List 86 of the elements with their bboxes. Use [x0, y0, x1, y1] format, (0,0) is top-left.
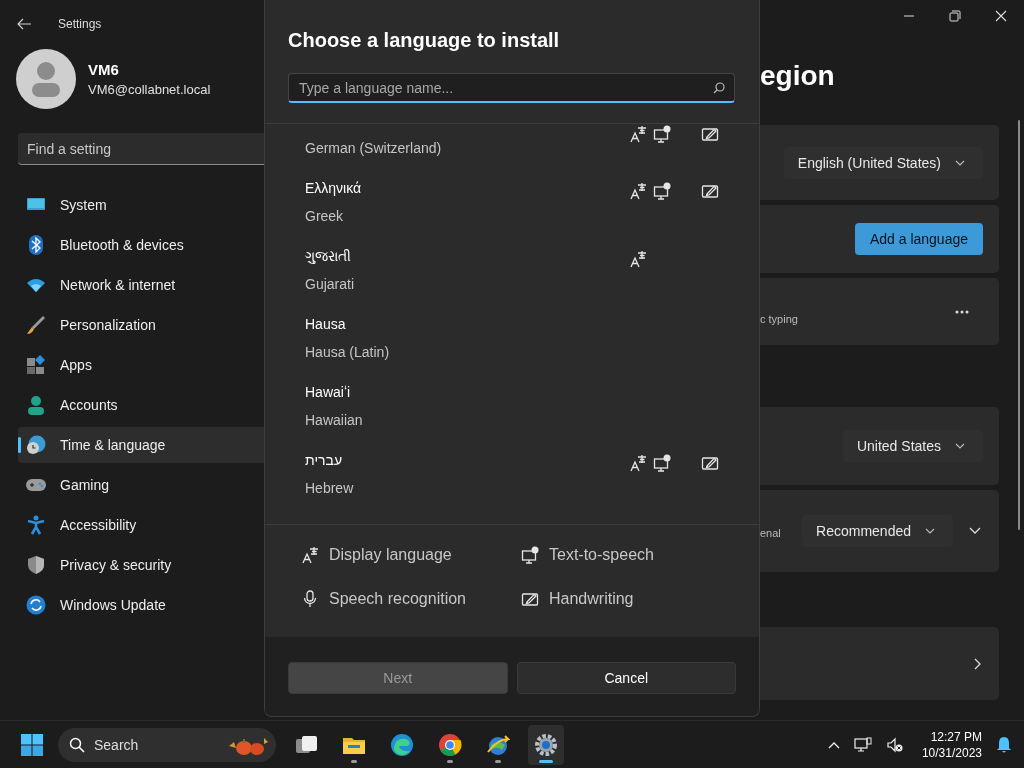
- speech-monitor-icon: [653, 454, 671, 472]
- back-icon[interactable]: [16, 16, 32, 32]
- nav-item[interactable]: Personalization: [18, 307, 264, 343]
- search-field[interactable]: Type a language name...: [288, 73, 735, 103]
- display-language-icon: [629, 125, 647, 143]
- microphone-icon: [301, 590, 319, 608]
- language-item[interactable]: German (Switzerland): [265, 124, 759, 170]
- legend-label: Display language: [329, 546, 452, 564]
- language-item[interactable]: Hausa Hausa (Latin): [265, 306, 759, 374]
- start-icon[interactable]: [20, 732, 44, 757]
- running-indicator: [539, 759, 553, 763]
- search-icon: [69, 736, 85, 753]
- scrollbar[interactable]: [1018, 120, 1020, 530]
- card-description: enal: [760, 527, 781, 539]
- running-indicator: [447, 759, 453, 763]
- nav-item[interactable]: Gaming: [18, 467, 264, 503]
- shield-icon: [26, 555, 46, 575]
- cancel-button[interactable]: Cancel: [516, 662, 736, 694]
- volume-muted-icon[interactable]: [885, 736, 904, 753]
- window-title: Settings: [58, 17, 102, 31]
- clock[interactable]: 12:27 PM 10/31/2023: [921, 728, 982, 761]
- network-icon[interactable]: [853, 736, 872, 753]
- globe-arrow-icon: [486, 732, 510, 757]
- pen-on-pad-icon: [701, 454, 719, 472]
- user-name: VM6: [88, 61, 120, 78]
- update-icon: [26, 595, 46, 615]
- pen-on-pad-icon: [521, 590, 539, 608]
- speech-monitor-icon: [653, 182, 671, 200]
- nav-item[interactable]: Accounts: [18, 387, 264, 423]
- page-heading: egion: [760, 59, 836, 93]
- display-language-icon: [629, 250, 647, 268]
- dropdown[interactable]: Recommended: [802, 515, 953, 547]
- person-icon: [26, 395, 46, 415]
- chevron-up-icon[interactable]: [827, 740, 840, 749]
- clock-globe-icon: [26, 435, 46, 455]
- chevron-down-icon: [925, 528, 935, 534]
- language-item[interactable]: Hawaiʻi Hawaiian: [265, 374, 759, 442]
- search-icon: [713, 82, 725, 94]
- selection-indicator: [18, 437, 21, 453]
- edge-icon: [390, 732, 414, 757]
- nav-item[interactable]: Apps: [18, 347, 264, 383]
- language-item[interactable]: ગુજરાતી Gujarati: [265, 238, 759, 306]
- accessibility-icon: [26, 515, 46, 535]
- card-description: c typing: [760, 312, 798, 325]
- legend-label: Handwriting: [549, 590, 634, 608]
- chevron-down-icon: [955, 443, 965, 449]
- search-field[interactable]: Search: [58, 727, 276, 762]
- pen-on-pad-icon: [701, 125, 719, 143]
- apps-icon: [26, 355, 46, 375]
- close-icon[interactable]: [995, 10, 1007, 22]
- display-language-icon: [629, 454, 647, 472]
- language-item[interactable]: Ελληνικά Greek: [265, 170, 759, 238]
- nav-item[interactable]: Time & language: [18, 427, 264, 463]
- legend-label: Speech recognition: [329, 590, 466, 608]
- user-email: VM6@collabnet.local: [88, 82, 211, 97]
- speech-monitor-icon: [521, 546, 539, 564]
- paintbrush-icon: [26, 315, 46, 335]
- running-indicator: [351, 759, 357, 763]
- nav-item[interactable]: Bluetooth & devices: [18, 227, 264, 263]
- nav-item[interactable]: Network & internet: [18, 267, 264, 303]
- chrome-icon: [438, 732, 462, 757]
- more-options-icon[interactable]: [955, 309, 969, 314]
- nav-item[interactable]: Accessibility: [18, 507, 264, 543]
- dialog-title: Choose a language to install: [288, 28, 561, 52]
- nav-item[interactable]: Windows Update: [18, 587, 264, 623]
- nav-item[interactable]: System: [18, 187, 264, 223]
- dropdown[interactable]: United States: [842, 430, 983, 462]
- chevron-down-icon: [955, 159, 965, 166]
- restore-icon[interactable]: [949, 10, 961, 22]
- nav-item[interactable]: Privacy & security: [18, 547, 264, 583]
- display-language-icon: [301, 546, 319, 564]
- display-language-icon: [629, 182, 647, 200]
- search-field[interactable]: Find a setting: [18, 133, 264, 165]
- pen-on-pad-icon: [701, 182, 719, 200]
- expand-chevron-icon[interactable]: [969, 527, 981, 535]
- bell-icon[interactable]: [996, 735, 1012, 754]
- avatar-icon: [16, 49, 76, 109]
- speech-monitor-icon: [653, 125, 671, 143]
- chevron-right-icon[interactable]: [974, 657, 981, 670]
- dropdown[interactable]: English (United States): [783, 146, 983, 179]
- bluetooth-icon: [26, 235, 46, 255]
- add-language-button[interactable]: Add a language: [854, 223, 983, 255]
- gear-icon: [534, 732, 558, 757]
- running-indicator: [495, 759, 501, 763]
- taskbar-app[interactable]: [528, 724, 564, 765]
- legend-label: Text-to-speech: [549, 546, 654, 564]
